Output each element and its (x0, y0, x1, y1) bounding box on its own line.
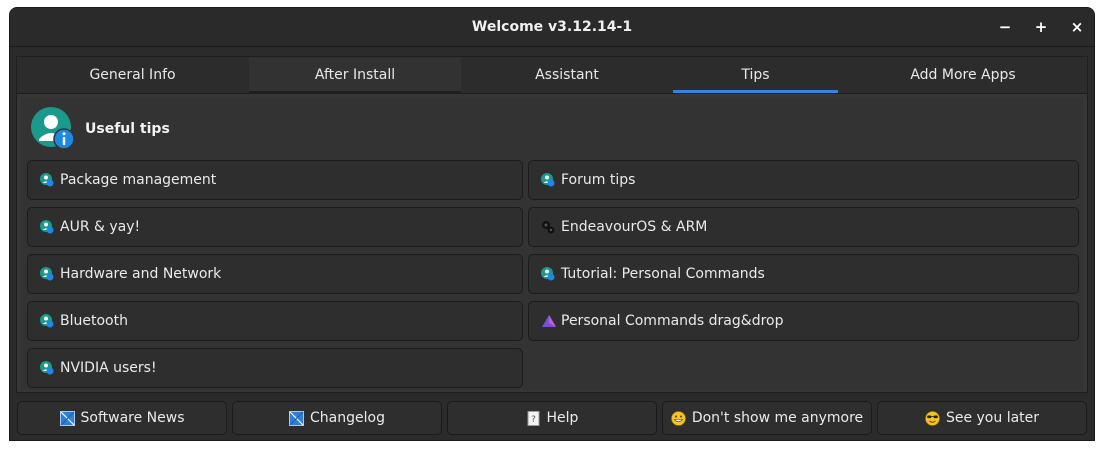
tip-label: NVIDIA users! (60, 360, 157, 376)
window-title: Welcome v3.12.14-1 (471, 19, 633, 35)
user-info-icon (541, 267, 555, 281)
user-info-icon (40, 314, 54, 328)
dont-show-me-anymore-button[interactable]: Don't show me anymore (662, 401, 872, 435)
gears-icon (541, 220, 555, 234)
help-button[interactable]: ? Help (447, 401, 657, 435)
tip-package-management-button[interactable]: Package management (27, 160, 523, 200)
purple-triangle-icon (541, 314, 556, 328)
tip-label: EndeavourOS & ARM (561, 219, 708, 235)
tip-label: Package management (60, 172, 217, 188)
bottom-button-bar: Software News Changelog ? Help Don't sho… (17, 401, 1089, 435)
tip-bluetooth-button[interactable]: Bluetooth (27, 301, 523, 341)
tip-aur-yay-button[interactable]: AUR & yay! (27, 207, 523, 247)
tab-assistant[interactable]: Assistant (461, 57, 673, 93)
button-label: Don't show me anymore (691, 410, 864, 426)
button-label: See you later (945, 410, 1040, 426)
tip-endeavouros-arm-button[interactable]: EndeavourOS & ARM (528, 207, 1079, 247)
button-label: Software News (80, 410, 185, 426)
user-info-icon (40, 361, 54, 375)
user-info-icon (40, 267, 54, 281)
tip-label: Forum tips (561, 172, 636, 188)
software-news-button[interactable]: Software News (17, 401, 227, 435)
news-icon (59, 410, 75, 426)
see-you-later-button[interactable]: See you later (877, 401, 1087, 435)
tip-label: Tutorial: Personal Commands (561, 266, 765, 282)
user-info-icon (40, 220, 54, 234)
tips-header: Useful tips (31, 107, 170, 151)
sunglasses-emoji-icon (925, 410, 940, 426)
tip-personal-commands-dragdrop-button[interactable]: Personal Commands drag&drop (528, 301, 1079, 341)
tab-tips[interactable]: Tips (673, 57, 838, 93)
tab-after-install[interactable]: After Install (249, 57, 461, 93)
tip-label: AUR & yay! (60, 219, 141, 235)
tips-header-label: Useful tips (85, 121, 170, 137)
tab-bar: General Info After Install Assistant Tip… (17, 57, 1087, 94)
user-info-icon (541, 173, 555, 187)
minimize-button[interactable]: − (994, 16, 1016, 38)
tip-nvidia-users-button[interactable]: NVIDIA users! (27, 348, 523, 388)
tip-label: Bluetooth (60, 313, 128, 329)
tip-forum-tips-button[interactable]: Forum tips (528, 160, 1079, 200)
changelog-button[interactable]: Changelog (232, 401, 442, 435)
button-label: Help (546, 410, 579, 426)
tips-page: Useful tips Package management AUR & yay… (21, 98, 1083, 390)
tab-add-more-apps[interactable]: Add More Apps (838, 57, 1088, 93)
help-icon: ? (526, 410, 541, 426)
tip-tutorial-personal-commands-button[interactable]: Tutorial: Personal Commands (528, 254, 1079, 294)
button-label: Changelog (310, 410, 385, 426)
tab-notebook: General Info After Install Assistant Tip… (16, 56, 1088, 393)
tip-label: Hardware and Network (60, 266, 222, 282)
title-bar: Welcome v3.12.14-1 − + × (10, 8, 1094, 47)
tab-general-info[interactable]: General Info (17, 57, 248, 93)
user-info-icon (40, 173, 54, 187)
tip-hardware-network-button[interactable]: Hardware and Network (27, 254, 523, 294)
user-info-icon (31, 107, 75, 151)
maximize-button[interactable]: + (1030, 16, 1052, 38)
grin-emoji-icon (671, 410, 686, 426)
news-icon (289, 410, 305, 426)
svg-text:?: ? (531, 415, 536, 425)
close-button[interactable]: × (1066, 16, 1088, 38)
tip-label: Personal Commands drag&drop (561, 313, 784, 329)
welcome-window: Welcome v3.12.14-1 − + × General Info Af… (9, 7, 1095, 441)
